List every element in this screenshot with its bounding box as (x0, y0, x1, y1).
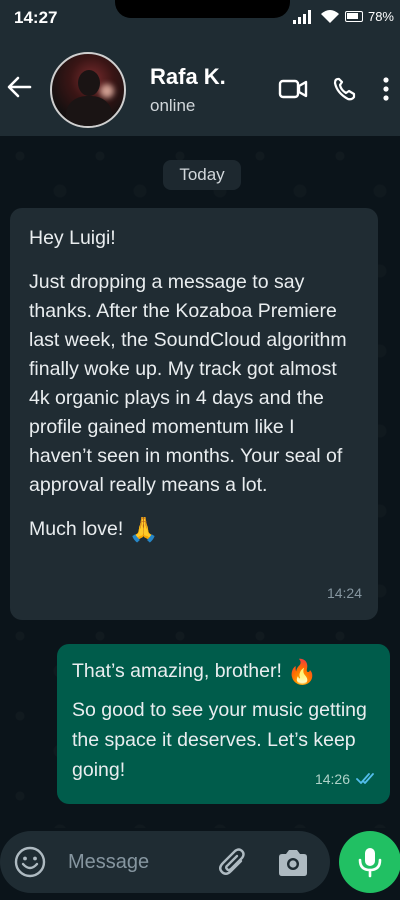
contact-name[interactable]: Rafa K. (150, 64, 226, 90)
message-time: 14:26 (314, 771, 350, 787)
message-input[interactable] (68, 847, 208, 877)
outgoing-message[interactable]: That’s amazing, brother! 🔥 So good to se… (57, 644, 390, 804)
read-double-check-icon (356, 773, 374, 784)
video-call-icon[interactable] (278, 76, 308, 102)
mic-icon (358, 848, 382, 878)
message-signoff: Much love! (29, 518, 124, 540)
status-bar: 14:27 78% (0, 0, 400, 36)
reply-text-1: That’s amazing, brother! (72, 660, 282, 682)
more-options-icon[interactable] (376, 76, 396, 102)
message-body: Just dropping a message to say thanks. A… (29, 271, 347, 496)
battery-icon (344, 11, 363, 22)
battery-level: 78% (367, 9, 394, 24)
status-time: 14:27 (14, 8, 58, 27)
status-icons: 78% (292, 9, 394, 24)
date-chip: Today (163, 160, 241, 190)
chat-header: Rafa K. online (0, 36, 400, 136)
contact-avatar[interactable] (50, 52, 126, 128)
contact-status: online (150, 96, 196, 115)
voice-call-icon[interactable] (331, 76, 361, 102)
emoji-icon[interactable] (13, 845, 47, 879)
fire-emoji: 🔥 (287, 657, 318, 686)
attach-icon[interactable] (216, 846, 250, 880)
wifi-icon (320, 10, 339, 23)
message-meta: 14:26 (315, 764, 378, 794)
composer-bar (0, 828, 400, 900)
signal-icon (292, 9, 311, 24)
camera-icon[interactable] (276, 847, 310, 879)
camera-notch (115, 0, 290, 18)
praying-hands-emoji: 🙏 (128, 515, 159, 544)
composer-pill (0, 831, 330, 893)
voice-message-button[interactable] (339, 831, 400, 893)
chat-area[interactable]: Today Hey Luigi! Just dropping a message… (0, 136, 400, 828)
back-arrow-icon[interactable] (6, 74, 32, 100)
incoming-message[interactable]: Hey Luigi! Just dropping a message to sa… (10, 208, 378, 620)
avatar-body-silhouette (66, 96, 112, 126)
avatar-head-silhouette (78, 70, 100, 96)
message-signoff-line: Much love! 🙏 (29, 515, 360, 544)
message-greeting: Hey Luigi! (29, 227, 116, 249)
avatar-light (100, 84, 114, 98)
message-time: 14:24 (326, 585, 362, 601)
reply-line-1: That’s amazing, brother! 🔥 (72, 656, 376, 687)
